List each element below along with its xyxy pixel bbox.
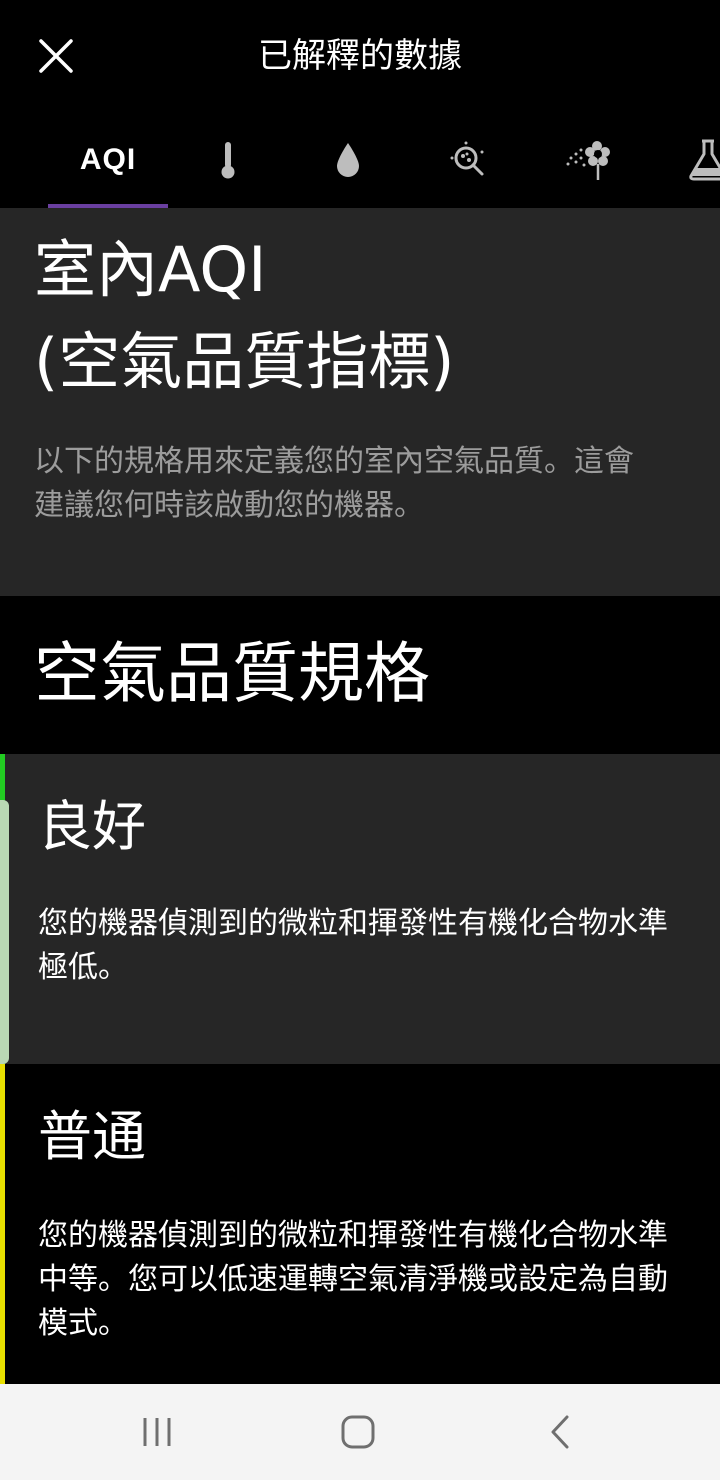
tab-humidity[interactable]	[288, 112, 408, 208]
level-moderate-card: 普通 您的機器偵測到的微粒和揮發性有機化合物水準中等。您可以低速運轉空氣清淨機或…	[0, 1064, 720, 1384]
intro-description: 以下的規格用來定義您的室內空氣品質。這會建議您何時該啟動您的機器。	[34, 444, 634, 523]
level-moderate-name: 普通	[38, 1105, 146, 1168]
back-icon	[551, 1415, 569, 1449]
tab-chemicals[interactable]	[648, 112, 720, 208]
particle-icon	[450, 141, 484, 176]
recents-button[interactable]	[117, 1402, 197, 1462]
system-navigation-bar	[0, 1384, 720, 1480]
tab-aqi[interactable]: AQI	[48, 112, 168, 208]
header: 已解釋的數據	[0, 0, 720, 112]
tab-pollen[interactable]	[528, 112, 648, 208]
back-button[interactable]	[520, 1402, 600, 1462]
humidity-drop-icon	[337, 143, 359, 177]
home-icon	[341, 1415, 375, 1449]
aqi-intro-section: 室內AQI (空氣品質指標) 以下的規格用來定義您的室內空氣品質。這會建議您何時…	[0, 208, 720, 596]
recents-icon	[143, 1418, 171, 1446]
pollen-icon	[566, 141, 610, 180]
flask-icon	[689, 139, 720, 181]
level-good-card: 良好 您的機器偵測到的微粒和揮發性有機化合物水準極低。	[0, 754, 720, 1064]
spec-heading-section: 空氣品質規格	[0, 596, 720, 754]
edge-panel-handle[interactable]	[0, 800, 9, 1064]
page-title: 已解釋的數據	[258, 36, 462, 76]
level-good-name: 良好	[38, 795, 146, 858]
spec-heading: 空氣品質規格	[34, 635, 430, 712]
tab-particles[interactable]	[408, 112, 528, 208]
tab-aqi-label: AQI	[79, 143, 137, 176]
tab-bar: AQI	[0, 112, 720, 208]
home-button[interactable]	[318, 1402, 398, 1462]
level-moderate-color-bar	[0, 1064, 5, 1384]
tab-temperature[interactable]	[168, 112, 288, 208]
level-moderate-description: 您的機器偵測到的微粒和揮發性有機化合物水準中等。您可以低速運轉空氣清淨機或設定為…	[38, 1218, 668, 1341]
intro-title: 室內AQI (空氣品質指標)	[34, 233, 455, 398]
level-good-description: 您的機器偵測到的微粒和揮發性有機化合物水準極低。	[38, 906, 668, 985]
thermometer-icon	[221, 142, 235, 179]
screen: 已解釋的數據 AQI 室內AQI (空氣品質指標) 以下的規格用來定義您的室內空…	[0, 0, 720, 1480]
